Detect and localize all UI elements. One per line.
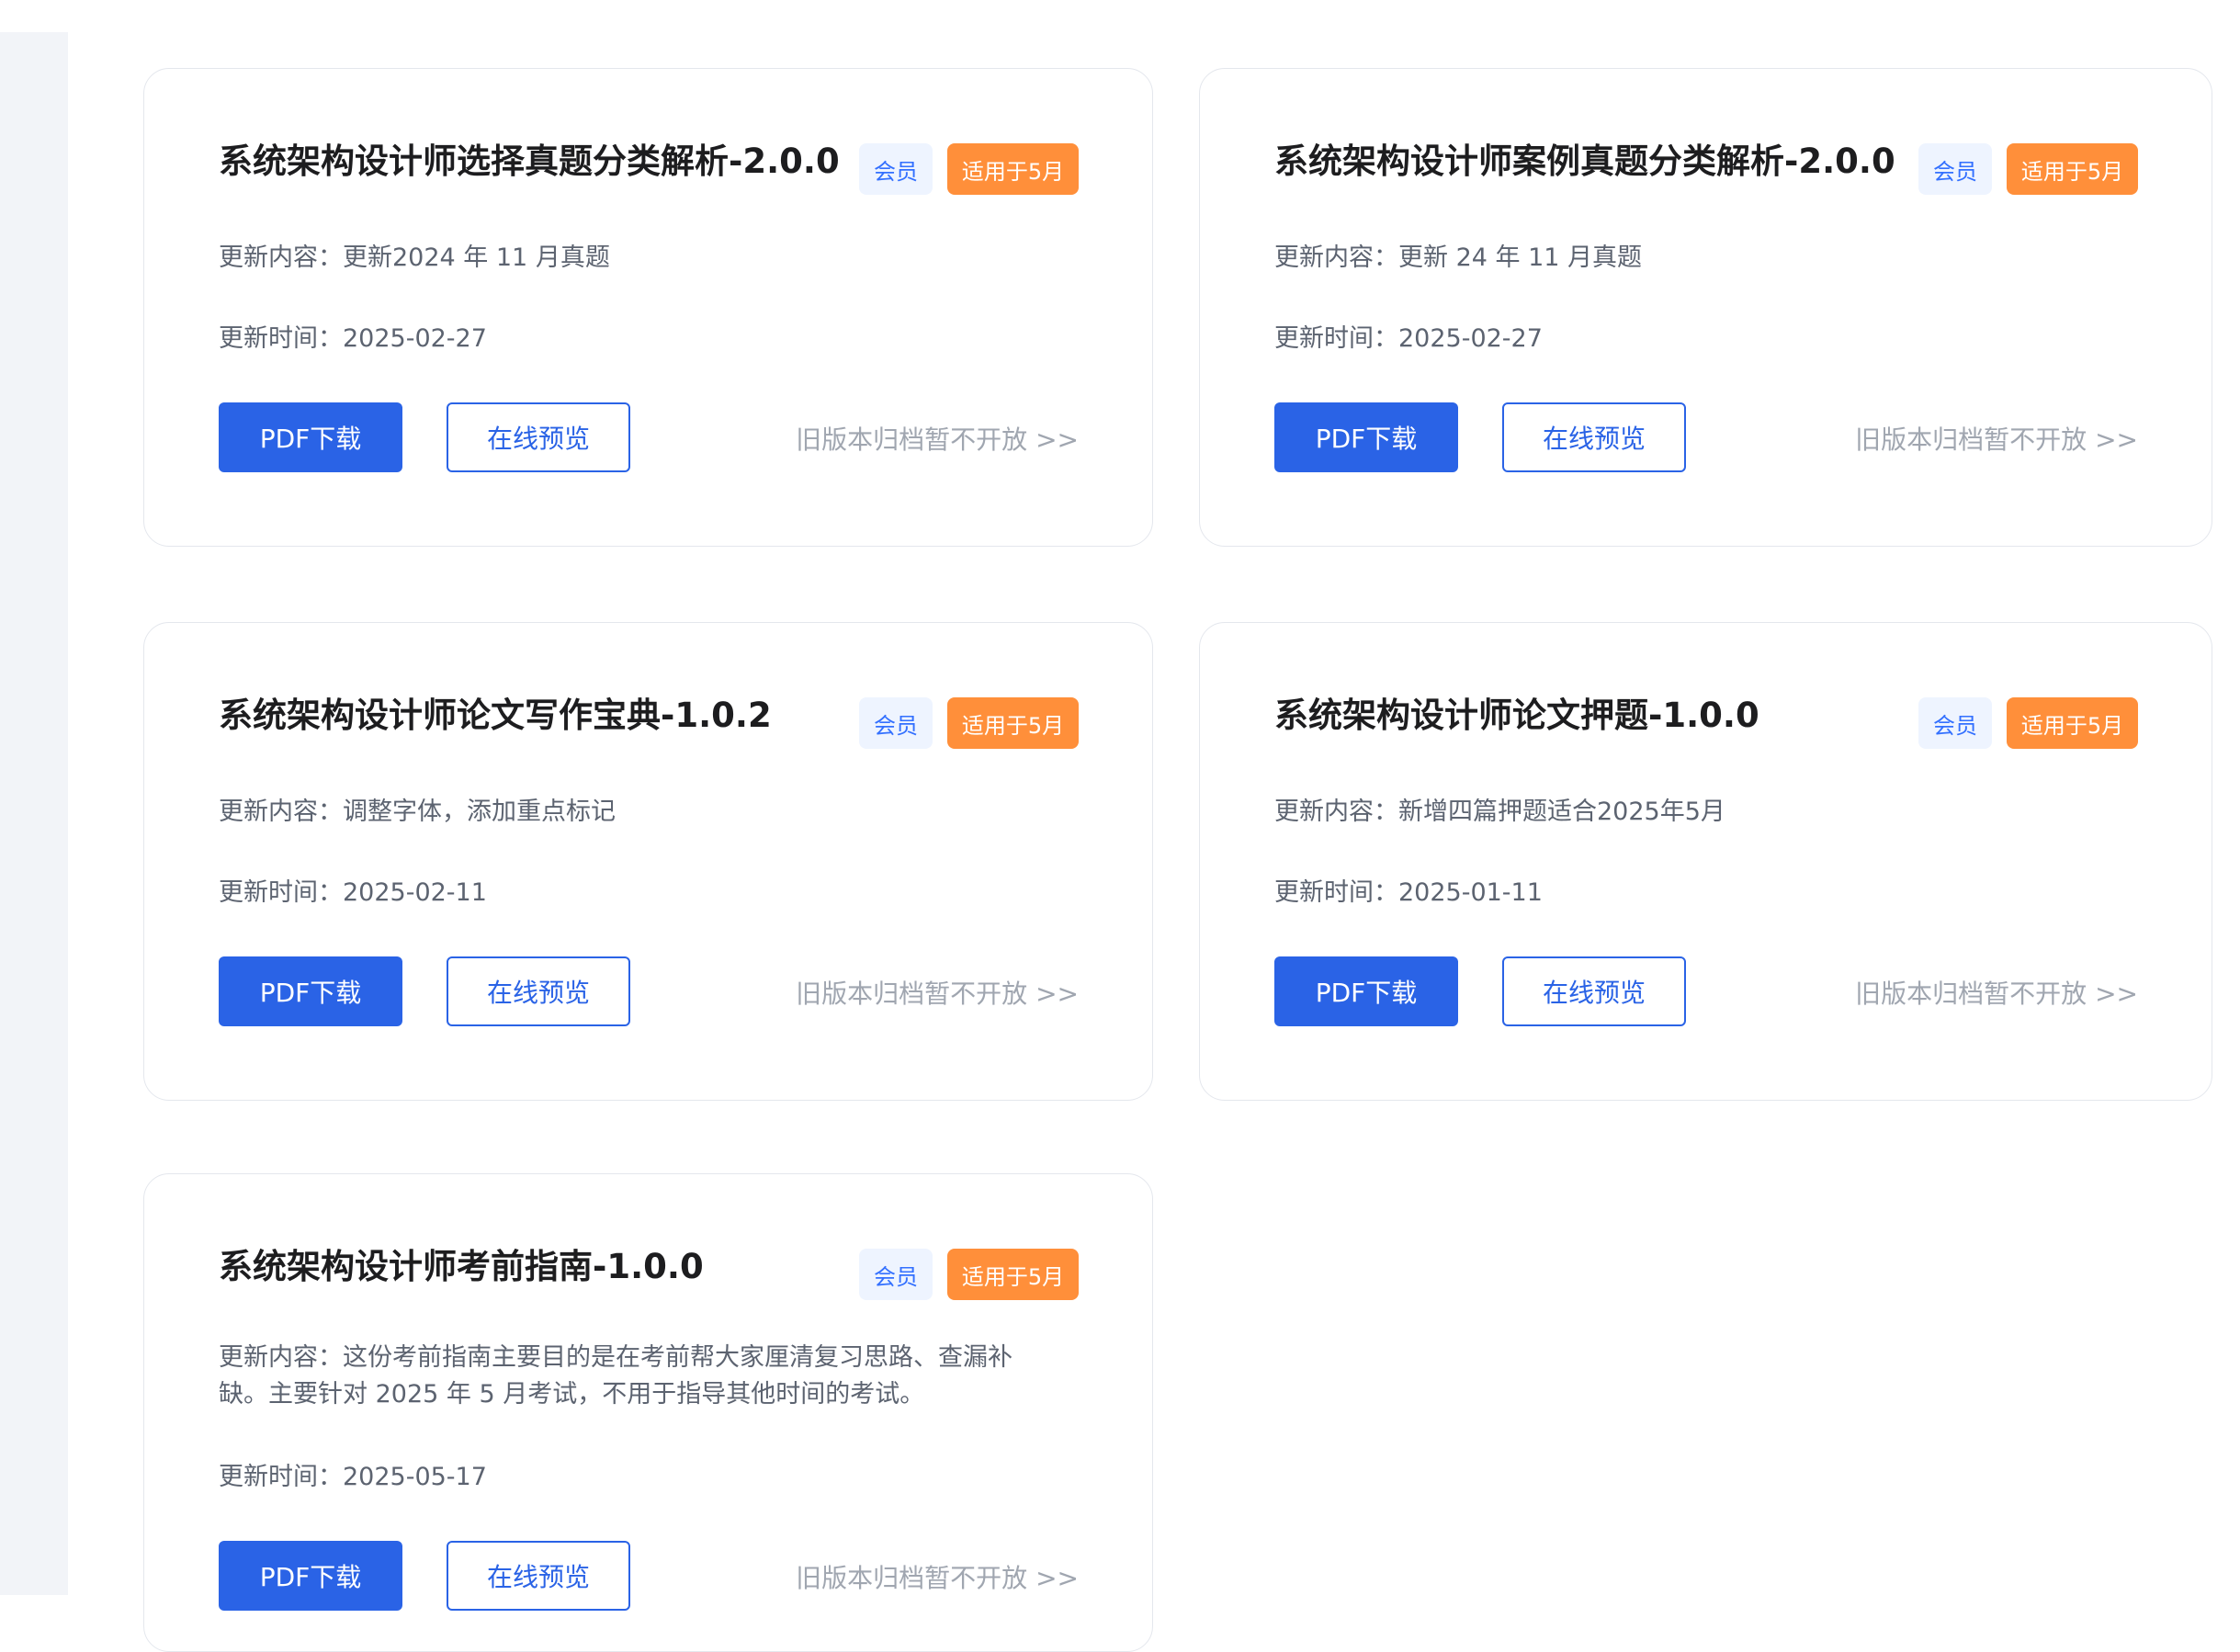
resource-card: 系统架构设计师选择真题分类解析-2.0.0 会员 适用于5月 更新内容：更新20…	[143, 68, 1153, 547]
member-badge: 会员	[1918, 697, 1992, 749]
update-time: 更新时间：2025-02-11	[219, 878, 487, 907]
card-title: 系统架构设计师选择真题分类解析-2.0.0	[219, 141, 840, 181]
update-content: 更新内容：更新2024 年 11 月真题	[219, 243, 610, 272]
online-preview-button[interactable]: 在线预览	[447, 1541, 630, 1611]
old-version-archive-link[interactable]: 旧版本归档暂不开放 >>	[1855, 974, 2138, 1011]
update-content: 更新内容：更新 24 年 11 月真题	[1274, 243, 1643, 272]
applicable-month-badge: 适用于5月	[947, 143, 1079, 195]
old-version-archive-link[interactable]: 旧版本归档暂不开放 >>	[796, 1558, 1079, 1595]
left-sidebar	[0, 32, 68, 1595]
old-version-archive-link[interactable]: 旧版本归档暂不开放 >>	[796, 974, 1079, 1011]
resource-card: 系统架构设计师论文押题-1.0.0 会员 适用于5月 更新内容：新增四篇押题适合…	[1199, 622, 2212, 1101]
card-title: 系统架构设计师考前指南-1.0.0	[219, 1247, 704, 1286]
online-preview-button[interactable]: 在线预览	[1502, 402, 1686, 472]
member-badge: 会员	[859, 1249, 933, 1300]
pdf-download-button[interactable]: PDF下载	[219, 402, 402, 472]
update-time: 更新时间：2025-02-27	[1274, 324, 1543, 353]
card-title: 系统架构设计师案例真题分类解析-2.0.0	[1274, 141, 1895, 181]
online-preview-button[interactable]: 在线预览	[447, 402, 630, 472]
resource-card: 系统架构设计师论文写作宝典-1.0.2 会员 适用于5月 更新内容：调整字体，添…	[143, 622, 1153, 1101]
resource-card: 系统架构设计师考前指南-1.0.0 会员 适用于5月 更新内容：这份考前指南主要…	[143, 1173, 1153, 1652]
member-badge: 会员	[1918, 143, 1992, 195]
member-badge: 会员	[859, 143, 933, 195]
pdf-download-button[interactable]: PDF下载	[219, 956, 402, 1026]
update-time: 更新时间：2025-02-27	[219, 324, 487, 353]
applicable-month-badge: 适用于5月	[947, 697, 1079, 749]
update-content: 更新内容：调整字体，添加重点标记	[219, 798, 616, 826]
applicable-month-badge: 适用于5月	[2007, 697, 2138, 749]
online-preview-button[interactable]: 在线预览	[447, 956, 630, 1026]
update-time: 更新时间：2025-01-11	[1274, 878, 1543, 907]
resource-card: 系统架构设计师案例真题分类解析-2.0.0 会员 适用于5月 更新内容：更新 2…	[1199, 68, 2212, 547]
update-content: 更新内容：新增四篇押题适合2025年5月	[1274, 798, 1725, 826]
online-preview-button[interactable]: 在线预览	[1502, 956, 1686, 1026]
pdf-download-button[interactable]: PDF下载	[1274, 402, 1458, 472]
pdf-download-button[interactable]: PDF下载	[1274, 956, 1458, 1026]
applicable-month-badge: 适用于5月	[947, 1249, 1079, 1300]
update-content: 更新内容：这份考前指南主要目的是在考前帮大家厘清复习思路、查漏补缺。主要针对 2…	[219, 1343, 1013, 1409]
card-title: 系统架构设计师论文写作宝典-1.0.2	[219, 696, 772, 735]
old-version-archive-link[interactable]: 旧版本归档暂不开放 >>	[1855, 420, 2138, 457]
card-title: 系统架构设计师论文押题-1.0.0	[1274, 696, 1759, 735]
update-time: 更新时间：2025-05-17	[219, 1463, 487, 1491]
applicable-month-badge: 适用于5月	[2007, 143, 2138, 195]
member-badge: 会员	[859, 697, 933, 749]
pdf-download-button[interactable]: PDF下载	[219, 1541, 402, 1611]
old-version-archive-link[interactable]: 旧版本归档暂不开放 >>	[796, 420, 1079, 457]
